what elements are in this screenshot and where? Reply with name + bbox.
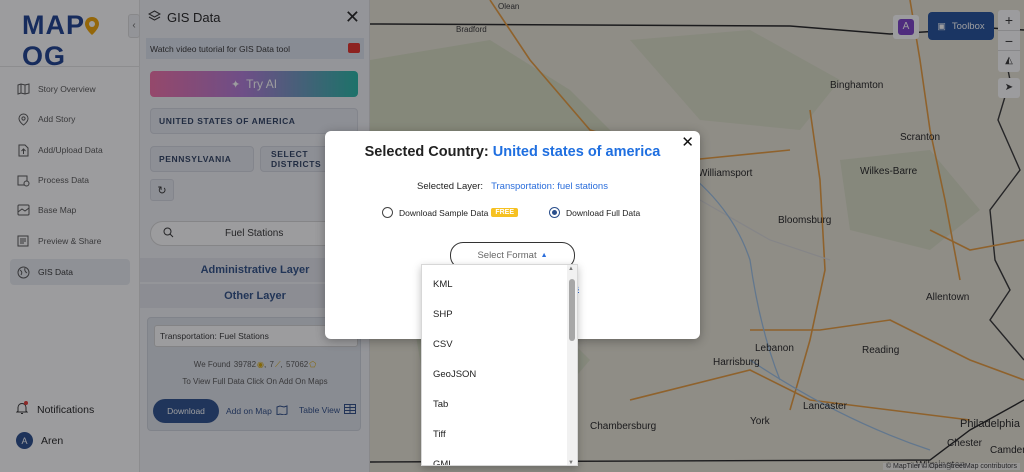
radio-full[interactable] [549,207,560,218]
caret-up-icon: ▲ [540,252,548,259]
free-badge: FREE [491,208,518,217]
modal-title-prefix: Selected Country: [364,144,489,160]
full-option-label: Download Full Data [566,207,641,218]
selected-layer-row: Selected Layer: Transportation: fuel stat… [325,181,700,192]
format-option-tab[interactable]: Tab [422,389,577,419]
format-option-kml[interactable]: KML [422,269,577,299]
radio-sample[interactable] [382,207,393,218]
format-option-shp[interactable]: SHP [422,299,577,329]
format-options-list: KML SHP CSV GeoJSON Tab Tiff GML ▲ ▼ [421,264,578,466]
format-option-geojson[interactable]: GeoJSON [422,359,577,389]
modal-title: Selected Country: United states of americ… [325,144,700,160]
selected-layer-label: Selected Layer: [417,181,484,192]
format-placeholder: Select Format [477,250,537,261]
format-option-gml[interactable]: GML [422,449,577,466]
sample-option-label: Download Sample Data [399,207,489,218]
selected-layer-value: Transportation: fuel stations [491,181,608,192]
dropdown-scrollbar[interactable]: ▲ ▼ [567,265,577,465]
download-full-option[interactable]: Download Full Data [549,207,640,218]
format-option-csv[interactable]: CSV [422,329,577,359]
download-sample-option[interactable]: Download Sample Data FREE [382,207,518,218]
selected-country: United states of america [492,144,661,160]
scrollbar-thumb[interactable] [569,279,575,341]
scroll-up-icon[interactable]: ▲ [568,266,574,272]
format-option-tiff[interactable]: Tiff [422,419,577,449]
